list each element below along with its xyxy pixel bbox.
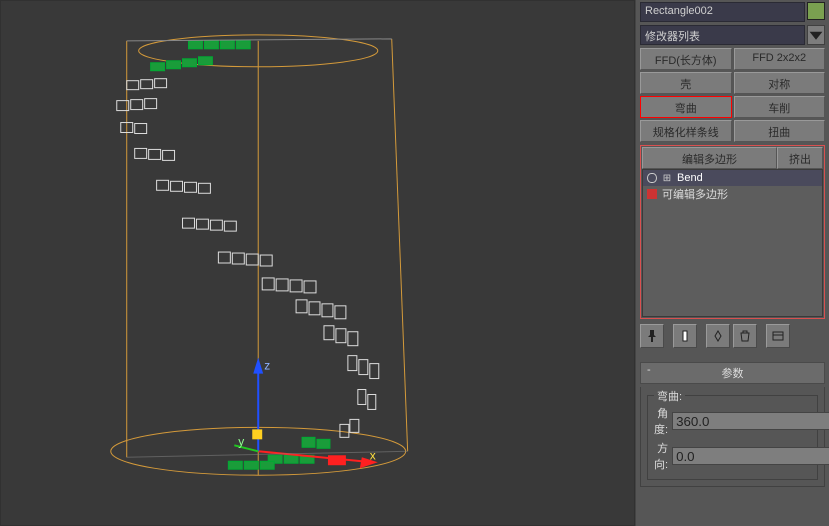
make-unique-button[interactable] xyxy=(706,324,730,348)
shell-button[interactable]: 壳 xyxy=(640,72,732,94)
angle-spinner[interactable]: ▲ ▼ xyxy=(672,412,829,430)
configure-icon xyxy=(771,329,785,343)
eye-icon xyxy=(647,173,657,183)
modifier-stack[interactable]: ⊞ Bend 可编辑多边形 xyxy=(642,169,823,317)
axis-z-label: z xyxy=(264,359,270,373)
modifier-list-dropdown[interactable]: 修改器列表 xyxy=(640,25,805,45)
object-color-swatch[interactable] xyxy=(807,2,825,20)
ffd-box-button[interactable]: FFD(长方体) xyxy=(640,48,732,70)
bend-group: 弯曲: 角度: ▲ ▼ 方向: ▲ ▼ xyxy=(647,395,818,480)
stack-item-editable-poly[interactable]: 可编辑多边形 xyxy=(643,186,822,202)
command-panel: Rectangle002 修改器列表 FFD(长方体) FFD 2x2x2 壳 … xyxy=(635,0,829,526)
modifier-list-dropdown-button[interactable] xyxy=(807,25,825,45)
extrude-button[interactable]: 挤出 xyxy=(777,147,823,169)
angle-input[interactable] xyxy=(672,412,829,430)
rollout-title: 参数 xyxy=(722,368,744,380)
show-end-result-button[interactable] xyxy=(673,324,697,348)
pin-icon xyxy=(645,329,659,343)
modifier-stack-toolbar xyxy=(640,322,825,350)
viewport[interactable]: x z y xyxy=(0,0,635,526)
expand-icon[interactable]: ⊞ xyxy=(662,173,672,184)
angle-label: 角度: xyxy=(654,405,668,437)
modifier-stack-group: 编辑多边形 挤出 ⊞ Bend 可编辑多边形 xyxy=(640,145,825,319)
remove-modifier-button[interactable] xyxy=(733,324,757,348)
pin-stack-button[interactable] xyxy=(640,324,664,348)
modifier-buttons-grid: FFD(长方体) FFD 2x2x2 壳 对称 弯曲 车削 规格化样条线 扭曲 xyxy=(640,48,825,142)
lathe-button[interactable]: 车削 xyxy=(734,96,826,118)
viewport-svg: x z y xyxy=(1,1,634,525)
params-rollout-header[interactable]: 参数 xyxy=(640,362,825,384)
direction-input[interactable] xyxy=(672,447,829,465)
group-title: 弯曲: xyxy=(654,388,685,404)
stack-item-label: Bend xyxy=(677,172,703,184)
symmetry-button[interactable]: 对称 xyxy=(734,72,826,94)
axis-x-label: x xyxy=(370,448,376,462)
params-rollout-body: 弯曲: 角度: ▲ ▼ 方向: ▲ ▼ xyxy=(640,387,825,487)
axis-y-label: y xyxy=(238,434,244,448)
object-name-field[interactable]: Rectangle002 xyxy=(640,2,805,22)
direction-label: 方向: xyxy=(654,440,668,472)
trash-icon xyxy=(738,329,752,343)
poly-icon xyxy=(647,189,657,199)
direction-spinner[interactable]: ▲ ▼ xyxy=(672,447,829,465)
stack-item-bend[interactable]: ⊞ Bend xyxy=(643,170,822,186)
unique-icon xyxy=(711,329,725,343)
ffd-2x2x2-button[interactable]: FFD 2x2x2 xyxy=(734,48,826,70)
edit-poly-button[interactable]: 编辑多边形 xyxy=(642,147,777,169)
normalize-spline-button[interactable]: 规格化样条线 xyxy=(640,120,732,142)
configure-sets-button[interactable] xyxy=(766,324,790,348)
bend-button[interactable]: 弯曲 xyxy=(640,96,732,118)
stack-item-label: 可编辑多边形 xyxy=(662,186,728,202)
twist-button[interactable]: 扭曲 xyxy=(734,120,826,142)
show-result-icon xyxy=(678,329,692,343)
chevron-down-icon xyxy=(808,27,824,43)
